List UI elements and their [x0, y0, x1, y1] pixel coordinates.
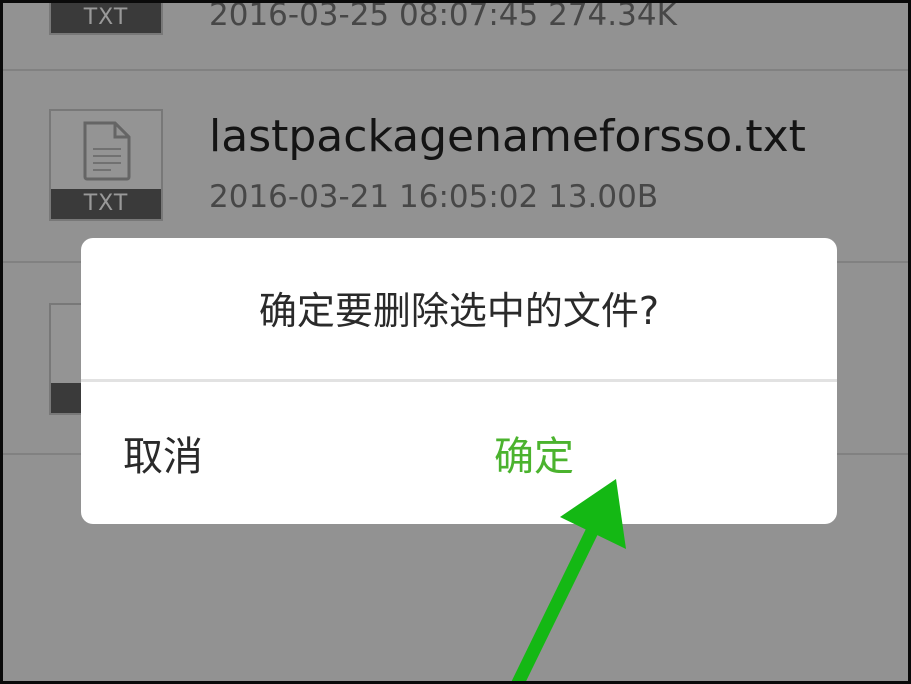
app-screen: TXT 2016-03-25 08:07:45 274.34K TXT last… — [0, 0, 911, 684]
confirm-button-label: 确定 — [494, 434, 574, 480]
confirm-delete-dialog: 确定要删除选中的文件? 取消 确定 — [81, 238, 837, 524]
cancel-button[interactable]: 取消 — [81, 382, 459, 524]
confirm-button[interactable]: 确定 — [459, 382, 837, 524]
cancel-button-label: 取消 — [123, 434, 203, 480]
dialog-message: 确定要删除选中的文件? — [258, 289, 660, 333]
